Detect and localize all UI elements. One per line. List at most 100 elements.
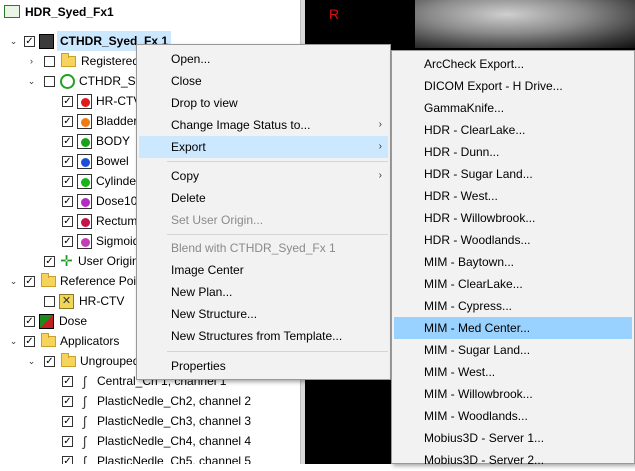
channel-checkbox[interactable]: ✓ — [62, 376, 73, 387]
structure-color-icon — [77, 154, 92, 169]
menu-new-plan[interactable]: New Plan... — [139, 281, 388, 303]
structure-label: BODY — [96, 134, 131, 148]
structure-checkbox[interactable]: ✓ — [62, 136, 73, 147]
refpoints-checkbox[interactable]: ✓ — [24, 276, 35, 287]
structure-color-icon — [77, 194, 92, 209]
export-item[interactable]: DICOM Export - H Drive... — [394, 75, 632, 97]
plan-icon — [4, 5, 20, 18]
registered-checkbox[interactable] — [44, 56, 55, 67]
structure-checkbox[interactable]: ✓ — [62, 156, 73, 167]
menu-copy-label: Copy — [171, 169, 200, 183]
menu-image-center[interactable]: Image Center — [139, 259, 388, 281]
menu-separator — [167, 351, 388, 352]
structure-checkbox[interactable]: ✓ — [62, 236, 73, 247]
export-item[interactable]: HDR - ClearLake... — [394, 119, 632, 141]
menu-copy[interactable]: Copy › — [139, 165, 388, 187]
structure-checkbox[interactable]: ✓ — [62, 116, 73, 127]
menu-new-structure[interactable]: New Structure... — [139, 303, 388, 325]
export-item[interactable]: MIM - Baytown... — [394, 251, 632, 273]
reference-point-icon: ✕ — [59, 294, 74, 309]
menu-set-user-origin[interactable]: Set User Origin... — [139, 209, 388, 231]
expand-toggle-icon[interactable]: › — [27, 57, 36, 66]
menu-export-label: Export — [171, 140, 206, 154]
submenu-arrow-icon: › — [378, 170, 382, 181]
dose-checkbox[interactable]: ✓ — [24, 316, 35, 327]
structure-color-dot — [81, 158, 90, 167]
structureset-checkbox[interactable] — [44, 76, 55, 87]
export-item[interactable]: HDR - Willowbrook... — [394, 207, 632, 229]
menu-delete[interactable]: Delete — [139, 187, 388, 209]
applicators-checkbox[interactable]: ✓ — [24, 336, 35, 347]
export-item[interactable]: HDR - West... — [394, 185, 632, 207]
export-item[interactable]: MIM - West... — [394, 361, 632, 383]
expand-toggle-icon[interactable]: ⌄ — [9, 37, 18, 46]
export-item[interactable]: HDR - Dunn... — [394, 141, 632, 163]
menu-properties[interactable]: Properties — [139, 355, 388, 377]
export-item[interactable]: GammaKnife... — [394, 97, 632, 119]
catheter-icon: ʃ — [82, 413, 87, 429]
tree-applicators-label: Applicators — [60, 334, 120, 348]
structure-label: Bowel — [96, 154, 129, 168]
structure-label: Rectum — [96, 214, 138, 228]
structure-color-icon — [77, 114, 92, 129]
menu-close[interactable]: Close — [139, 70, 388, 92]
menu-export[interactable]: Export › — [139, 136, 388, 158]
structure-color-icon — [77, 234, 92, 249]
export-item[interactable]: MIM - Sugar Land... — [394, 339, 632, 361]
structure-color-dot — [81, 178, 90, 187]
menu-open[interactable]: Open... — [139, 48, 388, 70]
structure-color-dot — [81, 118, 90, 127]
structure-color-dot — [81, 98, 90, 107]
structure-set-icon — [60, 74, 75, 89]
structure-color-icon — [77, 134, 92, 149]
expand-toggle-icon[interactable]: ⌄ — [27, 77, 36, 86]
export-item[interactable]: ArcCheck Export... — [394, 53, 632, 75]
ct-image-icon — [39, 34, 54, 49]
export-item[interactable]: MIM - ClearLake... — [394, 273, 632, 295]
export-item[interactable]: MIM - Cypress... — [394, 295, 632, 317]
structure-checkbox[interactable]: ✓ — [62, 176, 73, 187]
expand-toggle-icon[interactable]: ⌄ — [9, 337, 18, 346]
structure-checkbox[interactable]: ✓ — [62, 96, 73, 107]
structure-checkbox[interactable]: ✓ — [62, 196, 73, 207]
channel-label: PlasticNedle_Ch5, channel 5 — [97, 454, 252, 464]
structure-checkbox[interactable]: ✓ — [62, 216, 73, 227]
structure-color-dot — [81, 218, 90, 227]
expand-toggle-icon[interactable]: ⌄ — [9, 277, 18, 286]
menu-blend[interactable]: Blend with CTHDR_Syed_Fx 1 — [139, 237, 388, 259]
export-item[interactable]: MIM - Willowbrook... — [394, 383, 632, 405]
structure-color-dot — [81, 238, 90, 247]
export-item[interactable]: Mobius3D - Server 2... — [394, 449, 632, 471]
image-checkbox[interactable]: ✓ — [24, 36, 35, 47]
structure-label: Sigmoid — [96, 234, 140, 248]
catheter-icon: ʃ — [82, 373, 87, 389]
orientation-label: R — [329, 6, 340, 22]
ungrouped-checkbox[interactable]: ✓ — [44, 356, 55, 367]
ct-slice-top — [415, 0, 635, 48]
folder-icon — [41, 273, 56, 287]
channel-checkbox[interactable]: ✓ — [62, 436, 73, 447]
structure-label: HR-CTV — [96, 94, 142, 108]
tree-root-label: HDR_Syed_Fx1 — [25, 5, 114, 19]
structure-label: Cylinder — [96, 174, 141, 188]
channel-checkbox[interactable]: ✓ — [62, 396, 73, 407]
menu-change-image-status[interactable]: Change Image Status to... › — [139, 114, 388, 136]
channel-checkbox[interactable]: ✓ — [62, 456, 73, 464]
export-item[interactable]: HDR - Sugar Land... — [394, 163, 632, 185]
channel-checkbox[interactable]: ✓ — [62, 416, 73, 427]
menu-drop-to-view[interactable]: Drop to view — [139, 92, 388, 114]
user-origin-checkbox[interactable]: ✓ — [44, 256, 55, 267]
export-item-highlighted[interactable]: MIM - Med Center... — [394, 317, 632, 339]
structure-color-icon — [77, 94, 92, 109]
folder-icon — [41, 333, 56, 347]
ref-hrctv-checkbox[interactable] — [44, 296, 55, 307]
submenu-arrow-icon: › — [378, 141, 382, 152]
export-item[interactable]: MIM - Woodlands... — [394, 405, 632, 427]
menu-new-structures-template[interactable]: New Structures from Template... — [139, 325, 388, 347]
tree-user-origin-label: User Origin — [78, 254, 139, 268]
structure-color-icon — [77, 174, 92, 189]
export-item[interactable]: Mobius3D - Server 1... — [394, 427, 632, 449]
expand-toggle-icon[interactable]: ⌄ — [27, 357, 36, 366]
folder-icon — [61, 353, 76, 367]
export-item[interactable]: HDR - Woodlands... — [394, 229, 632, 251]
